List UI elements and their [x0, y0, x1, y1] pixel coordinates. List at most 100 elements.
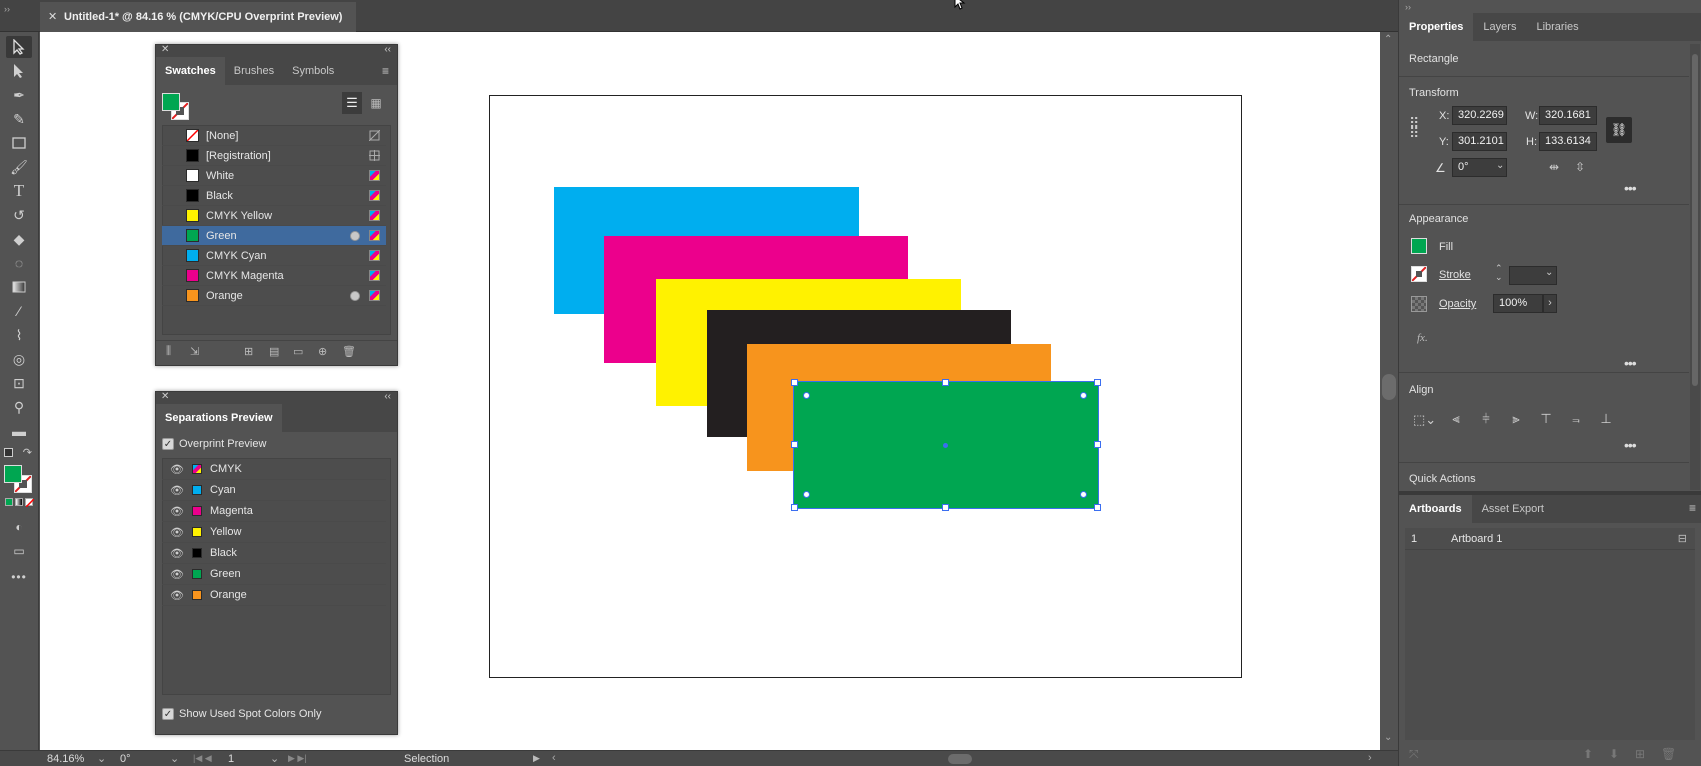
new-swatch-icon[interactable]: ⊕ [318, 345, 327, 358]
artboard-name[interactable]: Artboard 1 [1451, 533, 1502, 545]
zoom-level[interactable]: 84.16% [47, 753, 84, 765]
ruler-tool-icon[interactable]: ▬ [6, 420, 32, 442]
more-appearance-options-icon[interactable]: ••• [1624, 355, 1637, 371]
artboard-row[interactable]: 1 Artboard 1 ⊟ [1405, 528, 1695, 550]
horizontal-scroll-thumb[interactable] [948, 754, 972, 764]
visibility-eye-icon[interactable]: 👁 [170, 505, 184, 518]
bounding-box-handle[interactable] [791, 379, 798, 386]
close-panel-icon[interactable]: ✕ [161, 44, 169, 55]
tab-brushes[interactable]: Brushes [225, 57, 283, 85]
rotate-tool-icon[interactable]: ↺ [6, 204, 32, 226]
swatch-import-icon[interactable]: ⇲ [190, 345, 199, 358]
paintbrush-tool-icon[interactable]: 🖌 [6, 156, 32, 178]
color-mode-icon[interactable] [5, 498, 13, 506]
visibility-eye-icon[interactable]: 👁 [170, 526, 184, 539]
artboard-dropdown-icon[interactable]: ⌄ [270, 752, 279, 765]
bounding-box-handle[interactable] [791, 504, 798, 511]
swatch-row[interactable]: CMYK Magenta [162, 266, 386, 286]
constrain-proportions-icon[interactable]: ⛓ [1606, 117, 1632, 143]
edit-toolbar-icon[interactable]: ••• [6, 566, 32, 588]
direct-selection-tool-icon[interactable] [6, 60, 32, 82]
stroke-swatch-icon[interactable] [1411, 266, 1427, 282]
show-used-spot-checkbox[interactable]: ✓ [162, 708, 174, 721]
overprint-preview-option[interactable]: ✓ Overprint Preview [162, 438, 266, 451]
new-artboard-icon[interactable]: ⊞ [1635, 747, 1645, 761]
tab-separations-preview[interactable]: Separations Preview [156, 404, 282, 432]
corner-radius-widget[interactable] [803, 491, 810, 498]
first-artboard-icon[interactable]: |◀ ◀ [193, 753, 212, 764]
separation-row[interactable]: 👁 Magenta [162, 501, 386, 522]
corner-radius-widget[interactable] [803, 392, 810, 399]
stroke-label[interactable]: Stroke [1439, 269, 1471, 281]
move-down-icon[interactable]: ⬇ [1609, 747, 1619, 761]
draw-mode-icon[interactable]: ◐ [6, 516, 32, 538]
visibility-eye-icon[interactable]: 👁 [170, 547, 184, 560]
bounding-box-handle[interactable] [942, 379, 949, 386]
show-swatch-kinds-icon[interactable]: ⊞ [244, 345, 253, 358]
gradient-mode-icon[interactable] [15, 498, 23, 506]
more-align-options-icon[interactable]: ••• [1624, 437, 1637, 453]
eyedropper-tool-icon[interactable]: ⁄ [6, 300, 32, 322]
selection-tool-icon[interactable] [6, 36, 32, 58]
delete-artboard-icon[interactable]: 🗑 [1661, 747, 1676, 761]
artboard-options-icon[interactable]: ⊟ [1678, 532, 1687, 545]
list-view-icon[interactable]: ☰ [342, 92, 362, 114]
y-field[interactable]: 301.2101 [1452, 132, 1507, 151]
tab-artboards[interactable]: Artboards [1399, 495, 1472, 523]
opacity-field[interactable]: 100% [1493, 294, 1543, 313]
fill-color-icon[interactable] [4, 465, 22, 483]
stroke-weight-dropdown-icon[interactable]: ⌄ [1545, 267, 1553, 278]
swatch-row[interactable]: White [162, 166, 386, 186]
close-tab-icon[interactable]: ✕ [48, 2, 57, 32]
reference-point-icon[interactable]: ⠿ ⠿ [1409, 116, 1429, 140]
collapse-toolbar-icon[interactable]: ›› [4, 4, 10, 14]
none-mode-icon[interactable] [25, 498, 34, 507]
x-field[interactable]: 320.2269 [1452, 106, 1507, 125]
swatch-fill-icon[interactable] [162, 93, 180, 111]
rotate-dropdown-icon[interactable]: ⌄ [170, 752, 179, 765]
width-field[interactable]: 320.1681 [1539, 106, 1597, 125]
status-menu-icon[interactable]: ▶ [533, 753, 540, 764]
pen-tool-icon[interactable]: ✒ [6, 84, 32, 106]
close-panel-icon[interactable]: ✕ [161, 391, 169, 402]
align-right-icon[interactable]: ⫸ [1507, 411, 1525, 429]
bounding-box-handle[interactable] [1094, 504, 1101, 511]
align-vertical-center-icon[interactable]: ⫬ [1567, 411, 1585, 429]
scroll-right-icon[interactable]: › [1368, 752, 1372, 764]
corner-radius-widget[interactable] [1080, 392, 1087, 399]
delete-swatch-icon[interactable]: 🗑 [342, 345, 356, 358]
fx-button[interactable]: fx. [1417, 332, 1428, 344]
align-bottom-icon[interactable]: ⊥ [1597, 411, 1615, 429]
align-top-icon[interactable]: ⊤ [1537, 411, 1555, 429]
tab-symbols[interactable]: Symbols [283, 57, 343, 85]
vertical-scroll-thumb[interactable] [1382, 374, 1396, 400]
properties-scrollbar[interactable] [1690, 44, 1700, 490]
rotate-view-value[interactable]: 0° [120, 753, 131, 765]
screen-mode-icon[interactable]: ▭ [6, 540, 32, 562]
swatch-row[interactable]: [Registration] [162, 146, 386, 166]
opacity-label[interactable]: Opacity [1439, 298, 1476, 310]
show-used-spot-option[interactable]: ✓ Show Used Spot Colors Only [162, 708, 321, 721]
artboard-tool-icon[interactable]: ⊡ [6, 372, 32, 394]
scroll-left-icon[interactable]: ‹ [552, 752, 556, 764]
rectangle-tool-icon[interactable] [6, 132, 32, 154]
align-horizontal-center-icon[interactable]: ⫩ [1477, 411, 1495, 429]
new-color-group-icon[interactable]: ▭ [293, 345, 303, 358]
separation-row[interactable]: 👁 Yellow [162, 522, 386, 543]
swatch-libraries-icon[interactable]: ⫼ [166, 345, 171, 358]
bounding-box-handle[interactable] [1094, 379, 1101, 386]
swatch-row[interactable]: CMYK Yellow [162, 206, 386, 226]
collapse-panel-icon[interactable]: ‹‹ [384, 45, 391, 55]
visibility-eye-icon[interactable]: 👁 [170, 589, 184, 602]
swatches-panel-titlebar[interactable]: ✕ ‹‹ [156, 45, 397, 57]
scroll-up-icon[interactable]: ⌃ [1384, 34, 1392, 45]
tab-asset-export[interactable]: Asset Export [1472, 495, 1554, 523]
visibility-eye-icon[interactable]: 👁 [170, 484, 184, 497]
align-left-icon[interactable]: ⫷ [1447, 411, 1465, 429]
properties-scroll-thumb[interactable] [1692, 54, 1698, 386]
swatch-row[interactable]: CMYK Cyan [162, 246, 386, 266]
gradient-tool-icon[interactable] [6, 276, 32, 298]
bounding-box-handle[interactable] [1094, 441, 1101, 448]
height-field[interactable]: 133.6134 [1539, 132, 1597, 151]
curvature-tool-icon[interactable]: ✎ [6, 108, 32, 130]
